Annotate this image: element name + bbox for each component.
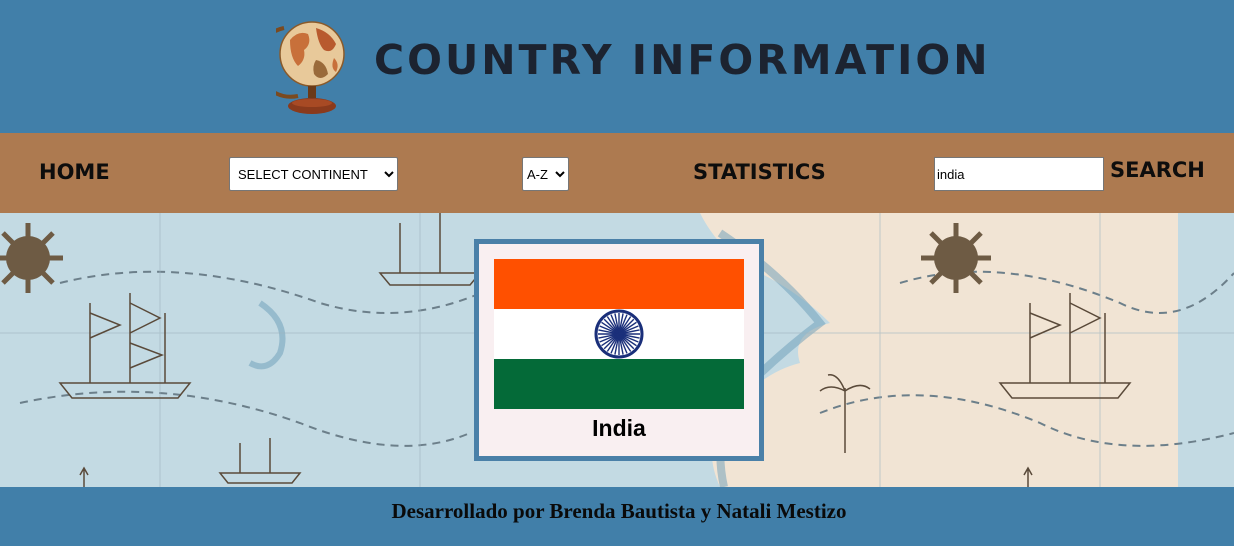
search-input[interactable] xyxy=(934,157,1104,191)
main-navbar: HOME SELECT CONTINENT A-Z STATISTICS SEA… xyxy=(0,133,1234,213)
statistics-link[interactable]: STATISTICS xyxy=(693,157,826,187)
country-name: India xyxy=(592,415,646,441)
continent-select[interactable]: SELECT CONTINENT xyxy=(229,157,398,191)
site-header: COUNTRY INFORMATION xyxy=(0,0,1234,133)
country-card[interactable]: India xyxy=(474,239,764,461)
sort-order-select[interactable]: A-Z xyxy=(522,157,569,191)
site-footer: Desarrollado por Brenda Bautista y Natal… xyxy=(0,487,1234,546)
footer-credit: Desarrollado por Brenda Bautista y Natal… xyxy=(391,499,847,523)
search-button[interactable]: SEARCH xyxy=(1110,155,1205,185)
globe-icon xyxy=(276,21,345,114)
home-link[interactable]: HOME xyxy=(39,157,110,187)
india-flag-icon xyxy=(494,259,744,409)
site-title: COUNTRY INFORMATION xyxy=(374,36,991,84)
